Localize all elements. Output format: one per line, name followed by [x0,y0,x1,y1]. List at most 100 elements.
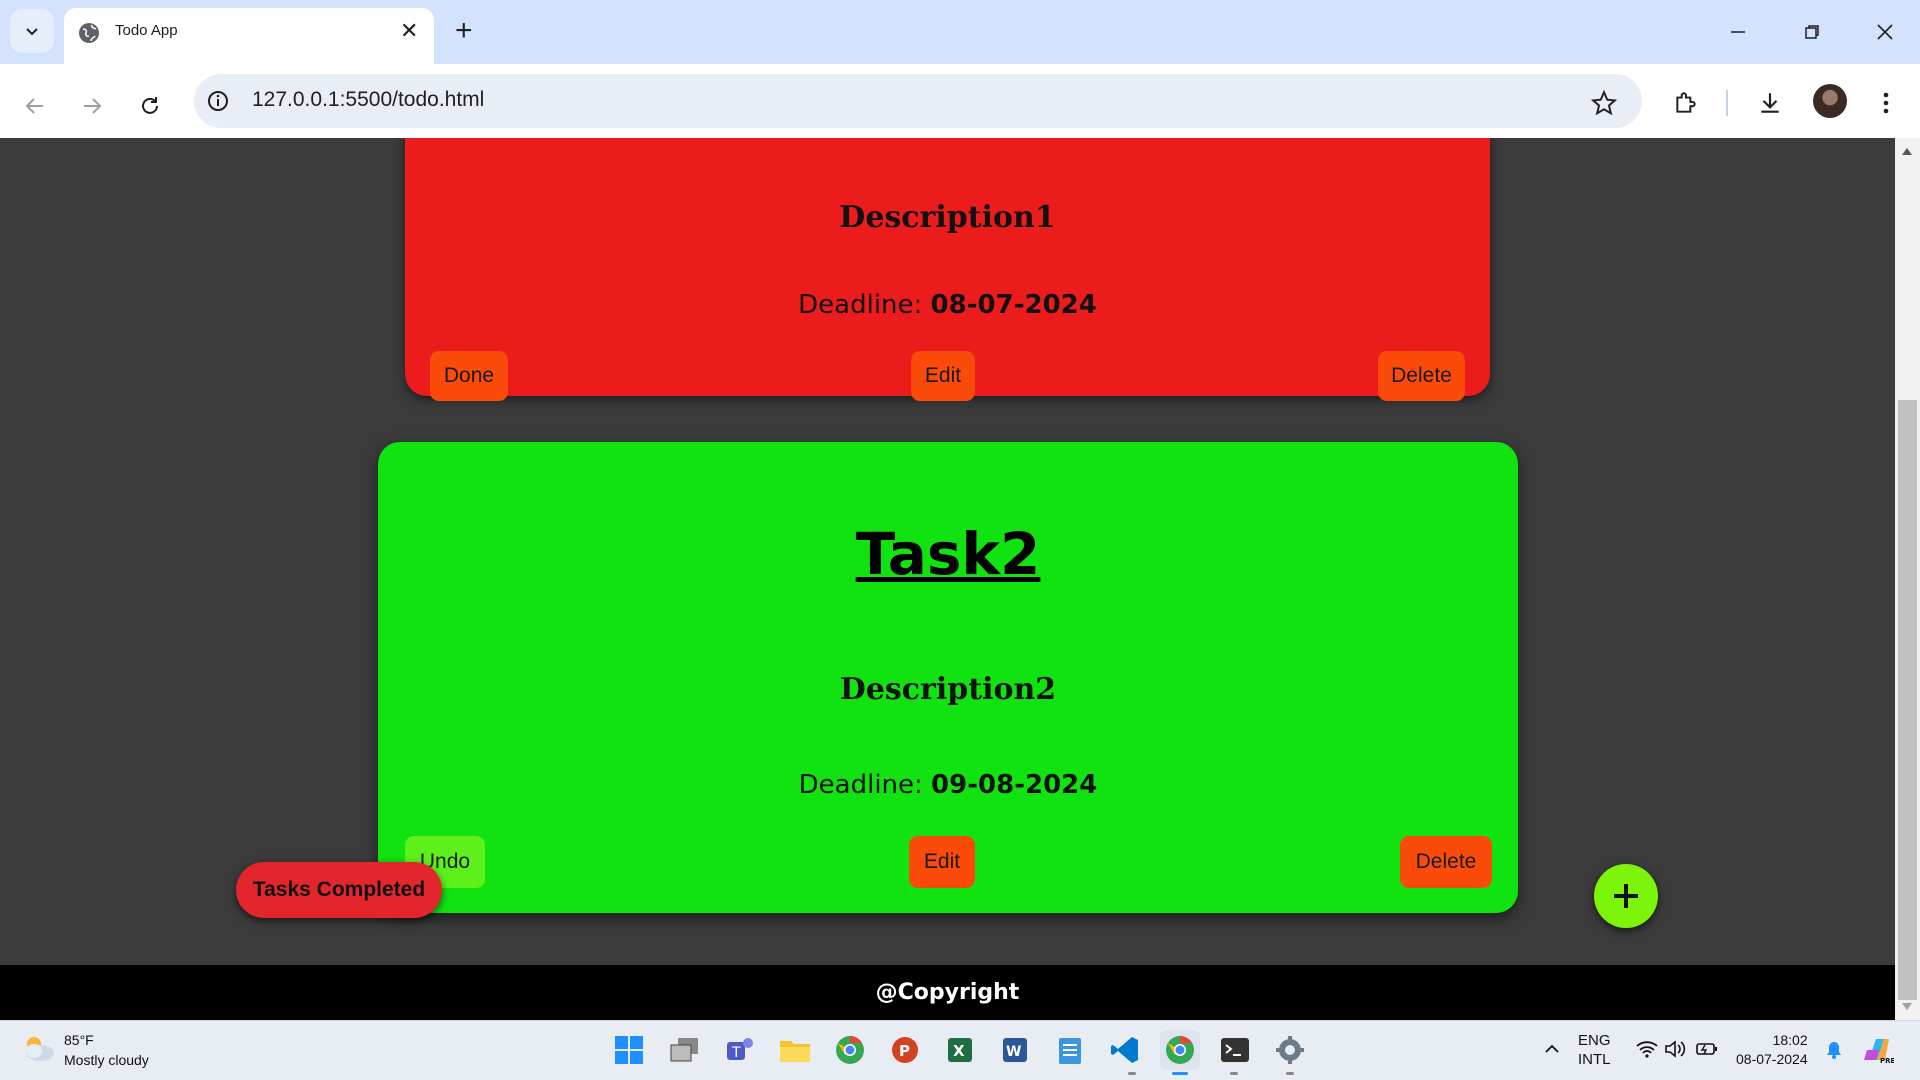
weather-temp: 85°F [64,1032,94,1048]
svg-text:X: X [953,1042,965,1060]
svg-text:T: T [731,1045,741,1061]
svg-text:PRE: PRE [1880,1057,1894,1064]
download-icon [1761,93,1779,113]
restore-button[interactable] [1792,14,1832,50]
teams-button[interactable]: T [720,1030,760,1070]
weather-widget[interactable]: 85°F Mostly cloudy [64,1030,149,1070]
chrome-active-button[interactable] [1160,1030,1200,1070]
edit-button[interactable]: Edit [911,351,975,401]
clock-time: 18:02 [1772,1032,1808,1048]
powerpoint-button[interactable]: P [885,1030,925,1070]
menu-button[interactable] [1864,81,1908,125]
excel-button[interactable]: X [940,1030,980,1070]
chrome-button[interactable] [830,1030,870,1070]
more-vertical-icon [1883,92,1889,114]
notepad-button[interactable] [1050,1030,1090,1070]
wifi-icon[interactable] [1636,1040,1658,1058]
svg-text:P: P [899,1042,910,1060]
clock-date: 08-07-2024 [1736,1051,1808,1067]
plus-icon [1614,884,1638,908]
chevron-up-icon[interactable] [1544,1042,1560,1054]
terminal-button[interactable] [1215,1030,1255,1070]
svg-text:W: W [1006,1044,1021,1060]
settings-button[interactable] [1270,1030,1310,1070]
delete-button[interactable]: Delete [1400,836,1492,888]
weather-cloud-icon[interactable] [20,1034,56,1062]
deadline-label: Deadline: [798,770,923,800]
new-tab-button[interactable]: + [455,16,473,46]
scroll-up-icon[interactable] [1901,146,1913,156]
start-button[interactable] [609,1030,649,1070]
weather-desc: Mostly cloudy [64,1052,149,1068]
chevron-down-icon [26,28,38,36]
reload-button[interactable] [130,86,170,126]
task-view-icon [670,1038,698,1062]
footer: @Copyright [0,965,1895,1020]
restore-icon [1805,25,1819,39]
minimize-button[interactable] [1718,14,1758,50]
back-button[interactable] [15,86,55,126]
page-content: Description1 Deadline: 08-07-2024 Done E… [0,138,1895,965]
scrollbar-thumb[interactable] [1898,400,1917,1000]
vscode-button[interactable] [1105,1030,1145,1070]
minimize-icon [1731,31,1745,33]
task-deadline: Deadline: 09-08-2024 [378,770,1518,800]
reload-icon [142,97,158,114]
profile-avatar[interactable] [1813,84,1847,118]
task-view-button[interactable] [665,1030,705,1070]
deadline-value: 08-07-2024 [930,290,1097,320]
edit-button[interactable]: Edit [909,836,975,888]
lang-2: INTL [1578,1051,1611,1068]
arrow-right-icon [84,98,102,114]
windows-icon [615,1036,643,1064]
tab-title: Todo App [115,22,178,39]
url-text: 127.0.0.1:5500/todo.html [252,88,485,111]
active-indicator [1172,1072,1188,1075]
tab-search-button[interactable] [10,9,54,53]
toolbar-divider [1726,90,1728,116]
task-description: Description1 [839,200,1056,235]
task-description: Description2 [839,672,1057,707]
teams-icon: T [727,1038,753,1061]
task-deadline: Deadline: 08-07-2024 [405,290,1490,320]
running-indicator [1286,1072,1294,1075]
forward-button[interactable] [72,86,112,126]
done-button[interactable]: Done [430,351,508,401]
chrome-icon [1166,1036,1194,1064]
add-task-button[interactable] [1594,864,1658,928]
language-indicator[interactable]: ENG INTL [1578,1031,1611,1069]
gear-icon [1276,1036,1304,1064]
clock[interactable]: 18:02 08-07-2024 [1736,1031,1808,1069]
tasks-completed-button[interactable]: Tasks Completed [236,862,442,918]
powerpoint-icon: P [892,1037,918,1063]
running-indicator [1128,1072,1136,1075]
word-icon: W [1003,1038,1027,1062]
close-icon[interactable]: ✕ [400,20,418,42]
star-icon [1591,90,1617,116]
word-button[interactable]: W [995,1030,1035,1070]
close-window-button[interactable] [1865,14,1905,50]
task-title: Task2 [855,520,1041,588]
battery-icon[interactable] [1696,1041,1718,1057]
delete-button[interactable]: Delete [1378,351,1465,401]
chrome-icon [836,1036,864,1064]
task-card: Task2 Description2 Deadline: 09-08-2024 … [378,442,1518,913]
downloads-button[interactable] [1748,81,1792,125]
notepad-icon [1059,1038,1081,1064]
bell-icon[interactable] [1825,1040,1843,1060]
globe-icon [79,23,99,43]
scroll-down-icon[interactable] [1901,1002,1913,1012]
site-info-icon[interactable] [207,90,229,112]
copilot-icon[interactable]: PRE [1864,1036,1894,1064]
vscode-icon [1111,1037,1138,1063]
deadline-value: 09-08-2024 [931,770,1098,800]
extensions-button[interactable] [1664,81,1708,125]
folder-icon [780,1041,810,1062]
deadline-label: Deadline: [798,290,923,320]
excel-icon: X [948,1038,972,1062]
file-explorer-button[interactable] [775,1030,815,1070]
speaker-icon[interactable] [1664,1040,1686,1058]
bookmark-button[interactable] [1582,81,1626,125]
close-icon [1877,24,1893,40]
terminal-icon [1221,1038,1249,1062]
